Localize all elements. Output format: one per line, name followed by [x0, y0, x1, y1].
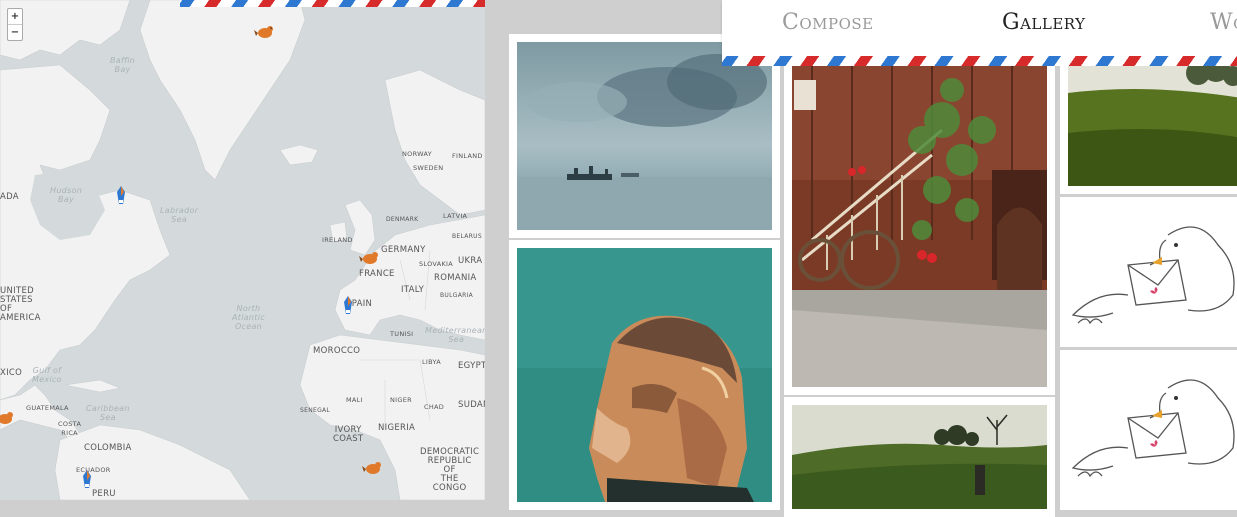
map-label-caribbean: Caribbean Sea	[86, 404, 130, 422]
world-map[interactable]: Baffin Bay Hudson Bay Labrador Sea North Atl…	[0, 0, 485, 500]
gallery-tile-field[interactable]	[784, 397, 1055, 517]
map-label-italy: ITALY	[401, 285, 425, 295]
map-label-canada: ADA	[0, 192, 19, 202]
map-label-chad: CHAD	[424, 403, 445, 411]
tab-gallery[interactable]: Gallery	[1002, 10, 1086, 35]
gallery-tile-bird-sketch[interactable]	[1060, 197, 1237, 347]
gallery-tile-staircase[interactable]	[784, 52, 1055, 395]
airmail-stripe	[180, 0, 485, 7]
bird-letter-sketch-2	[1068, 358, 1237, 502]
bird-pin-icon[interactable]	[362, 456, 384, 478]
portrait-painting	[517, 248, 772, 502]
map-label-sweden: SWEDEN	[413, 164, 444, 172]
bird-pin-icon[interactable]	[76, 468, 98, 490]
bird-letter-sketch	[1068, 205, 1237, 339]
map-label-bulgaria: BULGARIA	[440, 292, 474, 299]
map-label-libya: LIBYA	[422, 358, 442, 366]
map-label-latvia: LATVIA	[443, 212, 468, 220]
map-label-denmark: DENMARK	[386, 216, 419, 223]
map-label-baffin-bay: Baffin Bay	[110, 56, 136, 74]
zoom-out-button[interactable]: −	[8, 24, 22, 40]
map-label-usa: UNITED STATES OF AMERICA	[0, 286, 41, 323]
map-label-mediterranean: Mediterranean Sea	[425, 326, 485, 344]
map-label-ukraine: UKRA	[458, 256, 483, 266]
bird-pin-icon[interactable]	[337, 294, 359, 316]
map-label-gulf-of-mexico: Gulf of Mexico	[32, 366, 62, 384]
map-label-hudson-bay: Hudson Bay	[50, 186, 83, 204]
map-label-germany: GERMANY	[381, 245, 426, 255]
map-label-ivory-coast: IVORY COAST	[333, 425, 364, 444]
map-label-senegal: SENEGAL	[300, 407, 331, 414]
bird-pin-icon[interactable]	[0, 406, 16, 428]
map-label-belarus: BELARUS	[452, 233, 482, 240]
map-label-sudan: SUDAN	[458, 400, 485, 410]
seascape-painting	[517, 42, 772, 230]
map-label-romania: ROMANIA	[434, 273, 477, 283]
map-zoom-control: + −	[7, 8, 23, 41]
map-label-norway: NORWAY	[402, 150, 433, 158]
map-label-costa-rica: COSTA RICA	[58, 420, 82, 437]
airmail-stripe	[722, 56, 1237, 66]
map-label-morocco: MOROCCO	[313, 346, 361, 356]
top-navigation: Compose Gallery Wo	[722, 0, 1237, 66]
map-label-mali: MALI	[346, 396, 363, 404]
map-label-mexico: XICO	[0, 368, 23, 378]
map-label-north-atlantic: North Atlantic Ocean	[232, 304, 265, 331]
map-label-guatemala: GUATEMALA	[26, 404, 69, 412]
map-label-ireland: IRELAND	[322, 236, 353, 244]
map-label-france: FRANCE	[359, 269, 395, 279]
map-label-peru: PERU	[92, 489, 116, 499]
gallery-tile-portrait[interactable]	[509, 240, 780, 510]
bird-pin-icon[interactable]	[254, 20, 276, 42]
staircase-photo	[792, 60, 1047, 387]
zoom-in-button[interactable]: +	[8, 9, 22, 24]
map-label-drc: DEMOCRATIC REPUBLIC OF THE CONGO	[420, 447, 480, 493]
gallery-tile-bird-sketch-2[interactable]	[1060, 350, 1237, 510]
map-label-labrador-sea: Labrador Sea	[160, 206, 199, 224]
map-label-colombia: COLOMBIA	[84, 443, 132, 453]
map-label-niger: NIGER	[390, 396, 412, 404]
bird-pin-icon[interactable]	[359, 246, 381, 268]
map-label-nigeria: NIGERIA	[378, 423, 416, 433]
map-label-finland: FINLAND	[452, 152, 483, 160]
map-label-slovakia: SLOVAKIA	[419, 260, 454, 268]
bird-pin-icon[interactable]	[110, 184, 132, 206]
map-label-egypt: EGYPT	[458, 361, 485, 371]
map-label-tunisia: TUNISI	[390, 330, 414, 338]
field-photo	[792, 405, 1047, 509]
tab-compose[interactable]: Compose	[782, 10, 874, 35]
tab-world[interactable]: Wo	[1210, 10, 1237, 35]
